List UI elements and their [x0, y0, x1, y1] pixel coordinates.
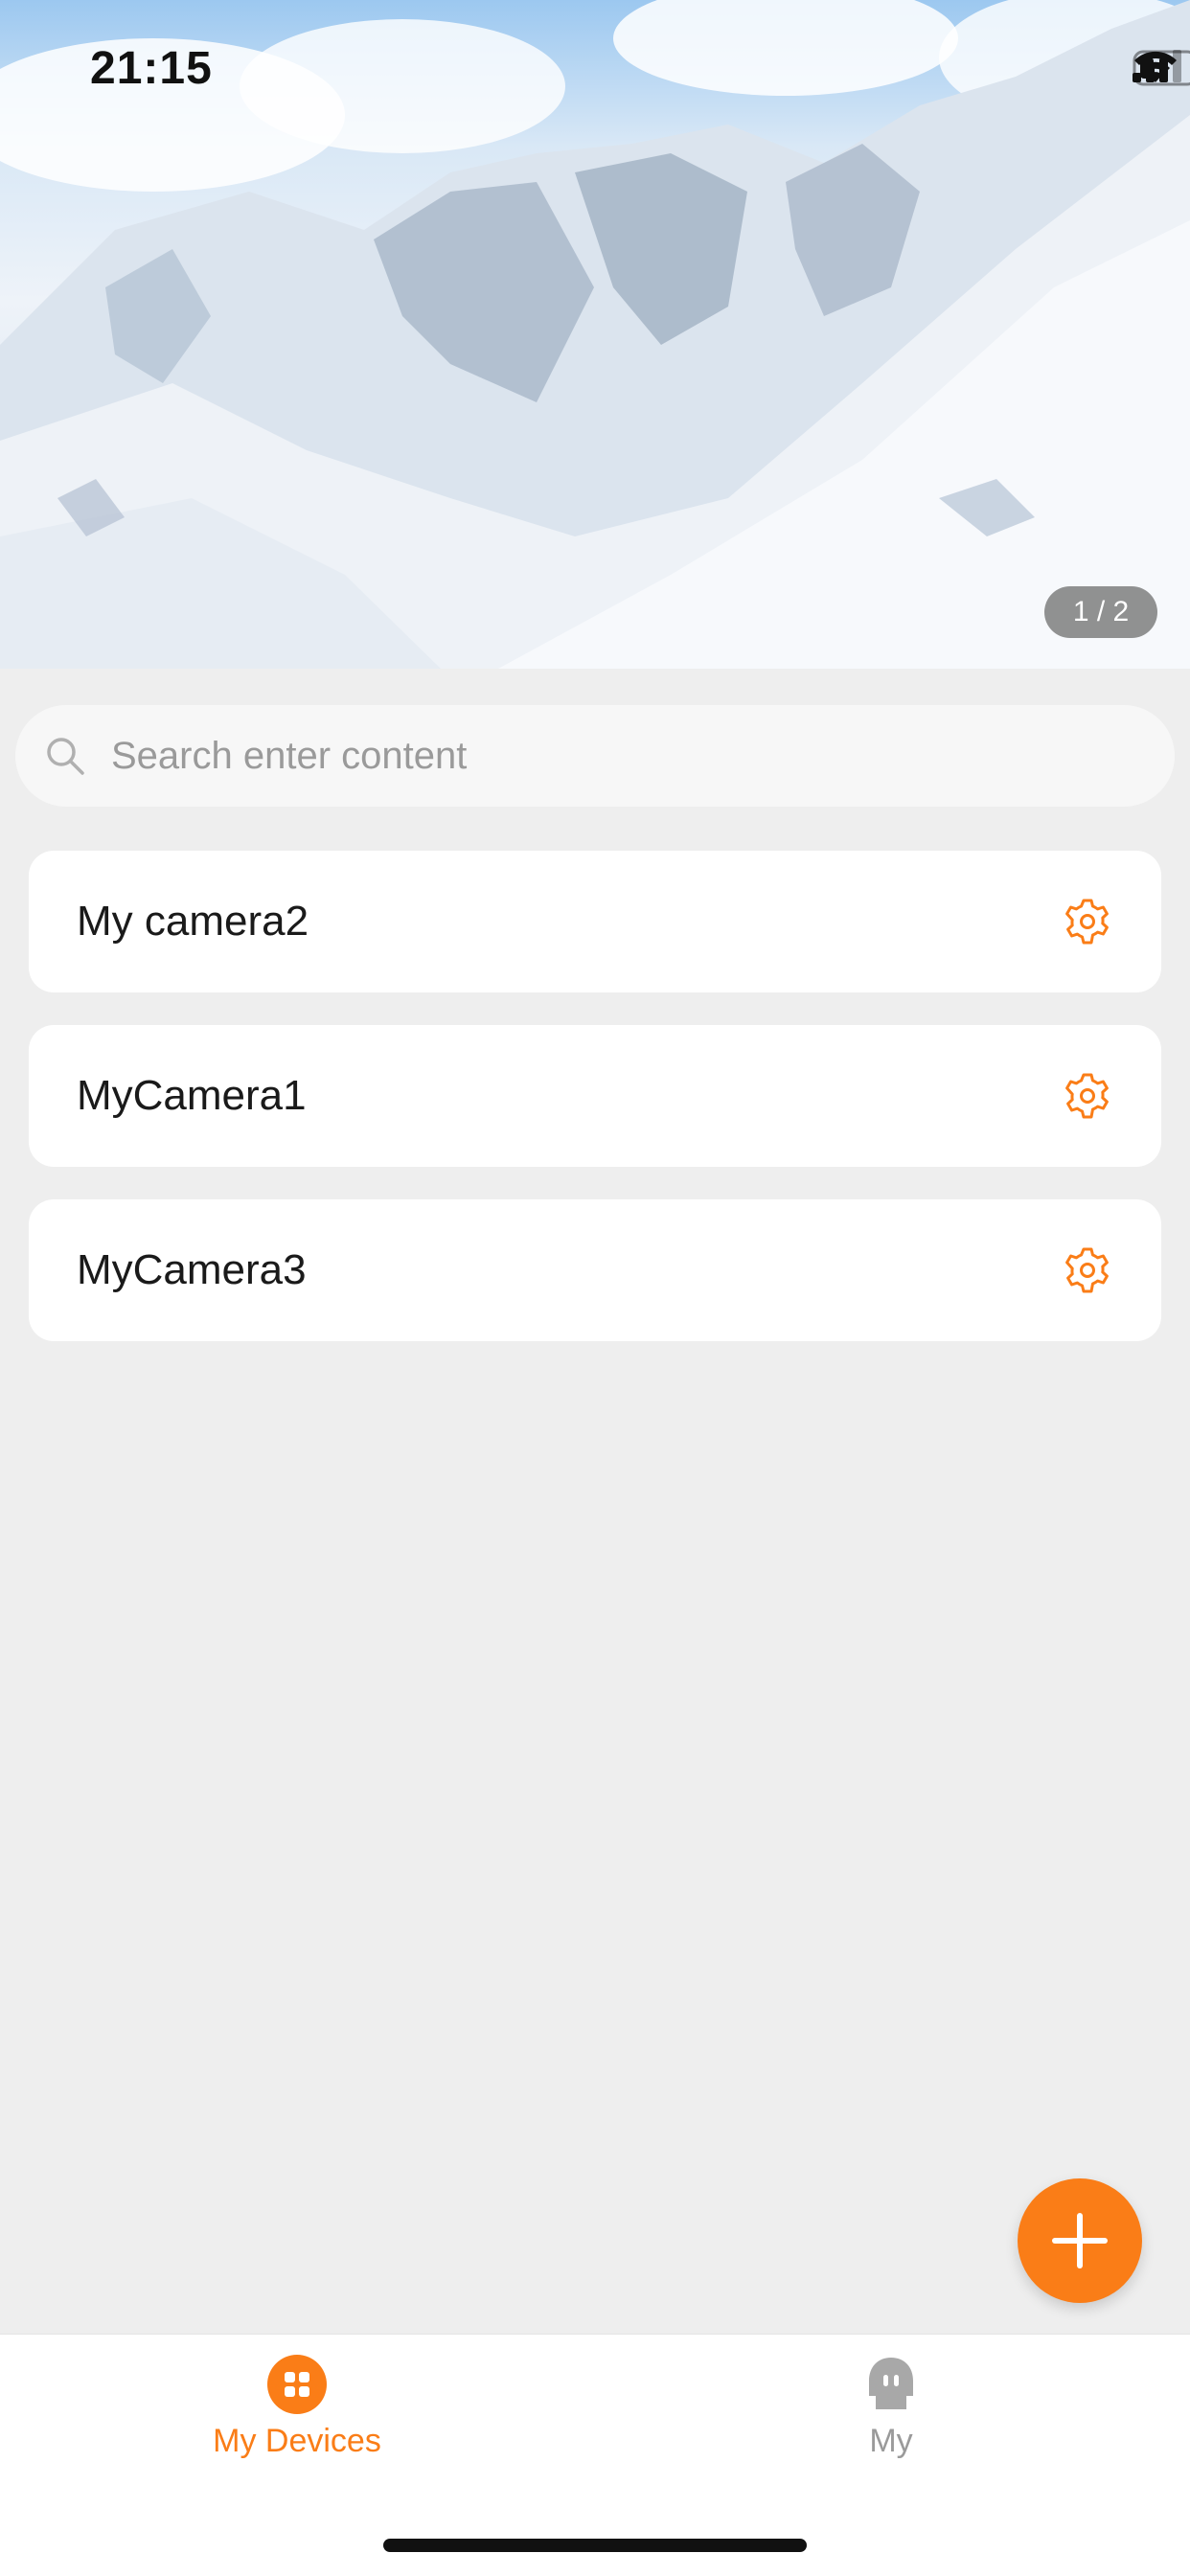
tab-label: My Devices [213, 2423, 381, 2459]
profile-icon [869, 2358, 913, 2409]
banner-carousel[interactable]: 21:15 1 / 2 [0, 0, 1190, 669]
search-input[interactable]: Search enter content [111, 735, 467, 778]
device-card-mycamera3[interactable]: MyCamera3 [29, 1199, 1161, 1341]
gear-icon[interactable] [1064, 898, 1111, 946]
grid-icon [267, 2355, 327, 2414]
search-icon [47, 738, 84, 775]
device-card-my-camera2[interactable]: My camera2 [29, 851, 1161, 992]
battery-icon [1133, 50, 1190, 86]
carousel-page-indicator: 1 / 2 [1044, 586, 1157, 638]
home-indicator [383, 2539, 807, 2552]
gear-icon[interactable] [1064, 1246, 1111, 1294]
device-name: MyCamera3 [77, 1246, 307, 1293]
device-name: MyCamera1 [77, 1072, 307, 1119]
gear-icon[interactable] [1064, 1072, 1111, 1120]
device-name: My camera2 [77, 898, 309, 945]
add-device-button[interactable] [1018, 2178, 1142, 2303]
tab-label: My [869, 2423, 913, 2459]
tab-my[interactable]: My [719, 2354, 1064, 2460]
status-time: 21:15 [90, 43, 213, 94]
tab-my-devices[interactable]: My Devices [125, 2354, 469, 2460]
mountain-image [0, 0, 1190, 669]
search-bar[interactable]: Search enter content [15, 705, 1175, 807]
plus-icon [1052, 2213, 1108, 2268]
device-card-mycamera1[interactable]: MyCamera1 [29, 1025, 1161, 1167]
